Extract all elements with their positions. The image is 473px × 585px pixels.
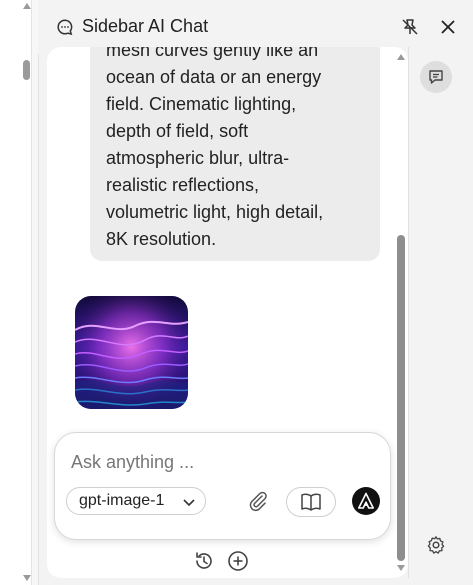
send-button[interactable] — [352, 487, 380, 515]
paperclip-icon[interactable] — [247, 490, 269, 512]
rail-chat-button[interactable] — [420, 61, 452, 93]
model-select-label: gpt-image-1 — [79, 492, 165, 509]
message-composer: gpt-image-1 — [54, 432, 391, 540]
scroll-up-arrow[interactable] — [397, 54, 405, 60]
generated-image[interactable] — [75, 296, 188, 409]
model-select[interactable]: gpt-image-1 — [66, 487, 206, 515]
close-icon[interactable] — [438, 17, 458, 37]
sidebar-header: Sidebar AI Chat — [38, 0, 473, 54]
knowledge-button[interactable] — [286, 487, 336, 517]
chat-scrollbar[interactable] — [395, 47, 407, 578]
user-message-text: mesh curves gently like an ocean of data… — [106, 47, 324, 249]
background-scroll-down-arrow[interactable] — [23, 575, 31, 581]
book-icon — [301, 493, 321, 511]
new-chat-icon[interactable] — [227, 550, 249, 572]
chat-icon — [429, 70, 443, 84]
background-scrollbar-track — [31, 0, 38, 585]
history-icon[interactable] — [193, 550, 215, 572]
message-input[interactable] — [71, 449, 371, 475]
gear-icon[interactable] — [426, 535, 446, 555]
send-icon — [358, 492, 374, 509]
scrollbar-thumb[interactable] — [397, 235, 405, 561]
user-message-bubble: mesh curves gently like an ocean of data… — [90, 47, 380, 261]
background-scroll-up-arrow[interactable] — [23, 3, 31, 9]
background-page — [0, 0, 39, 585]
chevron-down-icon — [183, 499, 195, 507]
chat-bubble-icon — [57, 19, 73, 36]
background-scrollbar-thumb[interactable] — [23, 60, 30, 80]
unpin-icon[interactable] — [400, 17, 420, 37]
scroll-down-arrow[interactable] — [397, 565, 405, 571]
sidebar-title: Sidebar AI Chat — [82, 16, 209, 36]
chat-panel: mesh curves gently like an ocean of data… — [47, 47, 408, 578]
right-rail-divider — [408, 47, 409, 578]
